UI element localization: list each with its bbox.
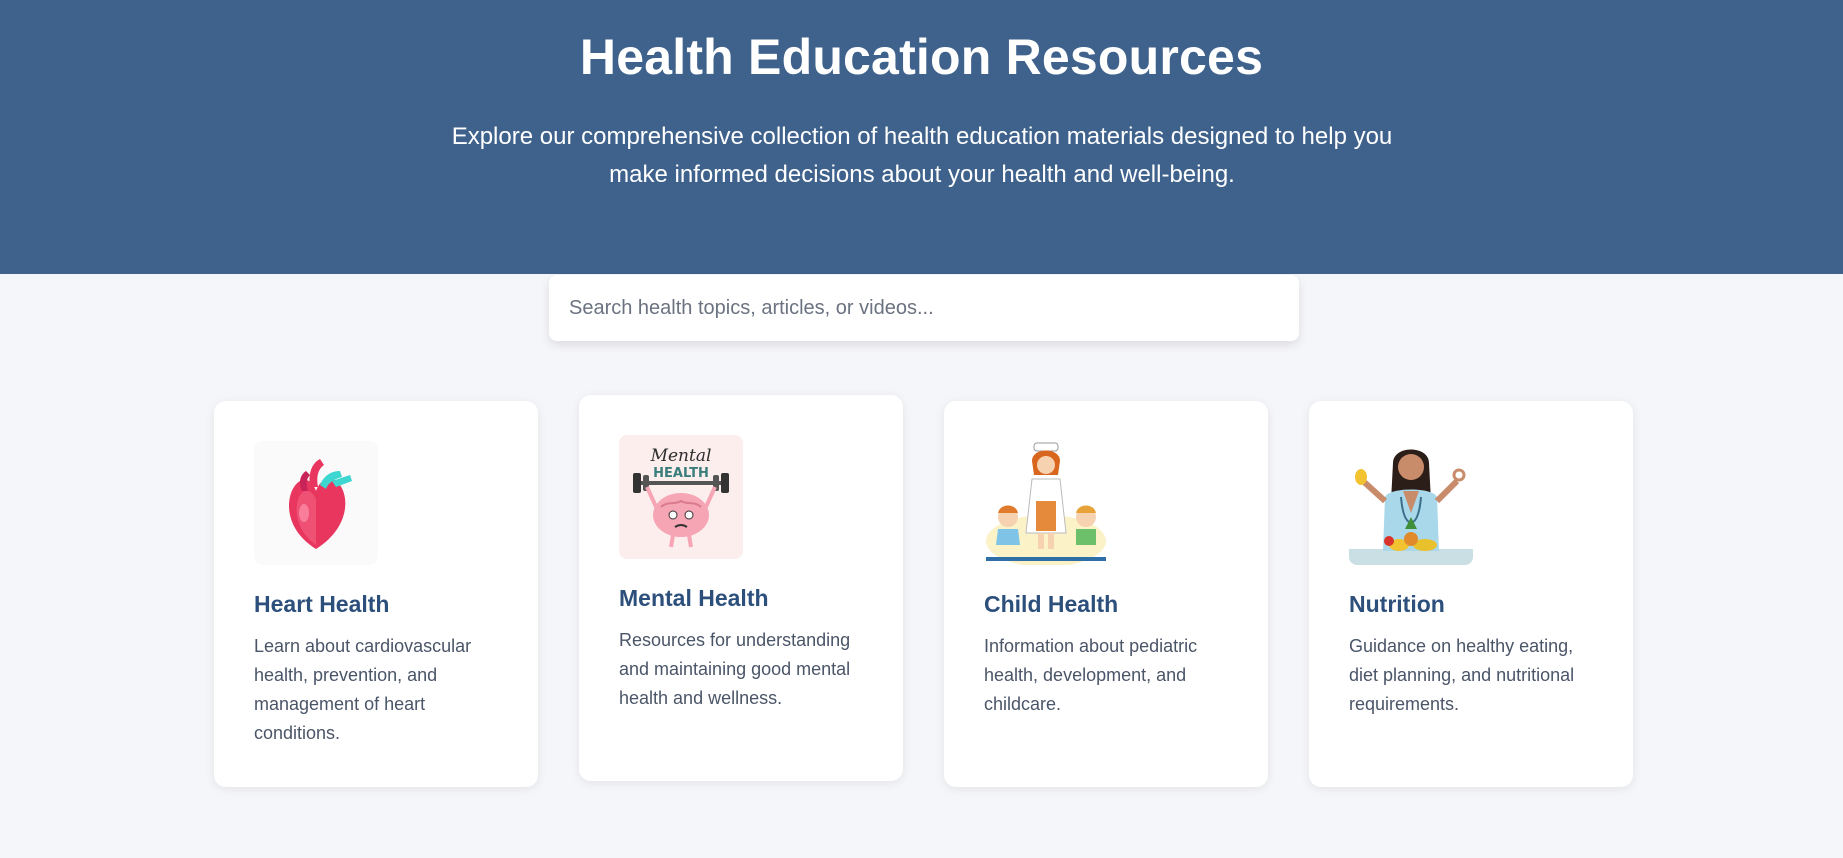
svg-text:HEALTH: HEALTH <box>653 466 709 481</box>
card-title: Mental Health <box>619 585 769 611</box>
topic-card-nutrition[interactable]: Nutrition Guidance on healthy eating, di… <box>1309 401 1633 787</box>
page-title: Health Education Resources <box>579 29 1264 85</box>
svg-text:Mental: Mental <box>650 446 712 466</box>
card-description: Guidance on healthy eating, diet plannin… <box>1349 636 1575 714</box>
nutritionist-with-fruits-illustration <box>1349 441 1473 565</box>
brain-lifting-barbell-illustration: Mental HEALTH <box>619 435 743 559</box>
search-box <box>549 275 1299 341</box>
card-description: Resources for understanding and maintain… <box>619 630 851 708</box>
hero-banner: Health Education Resources Explore our c… <box>0 0 1843 274</box>
card-title: Heart Health <box>254 591 390 617</box>
topic-card-mental-health[interactable]: Mental HEALTH Mental Health Resources fo… <box>579 395 903 781</box>
search-input[interactable] <box>549 275 1299 341</box>
topic-card-child-health[interactable]: Child Health Information about pediatric… <box>944 401 1268 787</box>
card-description: Learn about cardiovascular health, preve… <box>254 636 472 743</box>
card-description: Information about pediatric health, deve… <box>984 636 1198 714</box>
nurse-with-children-illustration <box>984 441 1108 565</box>
topic-card-heart-health[interactable]: Heart Health Learn about cardiovascular … <box>214 401 538 787</box>
card-title: Child Health <box>984 591 1119 617</box>
card-title: Nutrition <box>1349 591 1445 617</box>
page-subtitle: Explore our comprehensive collection of … <box>451 123 1393 188</box>
heart-illustration <box>254 441 378 565</box>
